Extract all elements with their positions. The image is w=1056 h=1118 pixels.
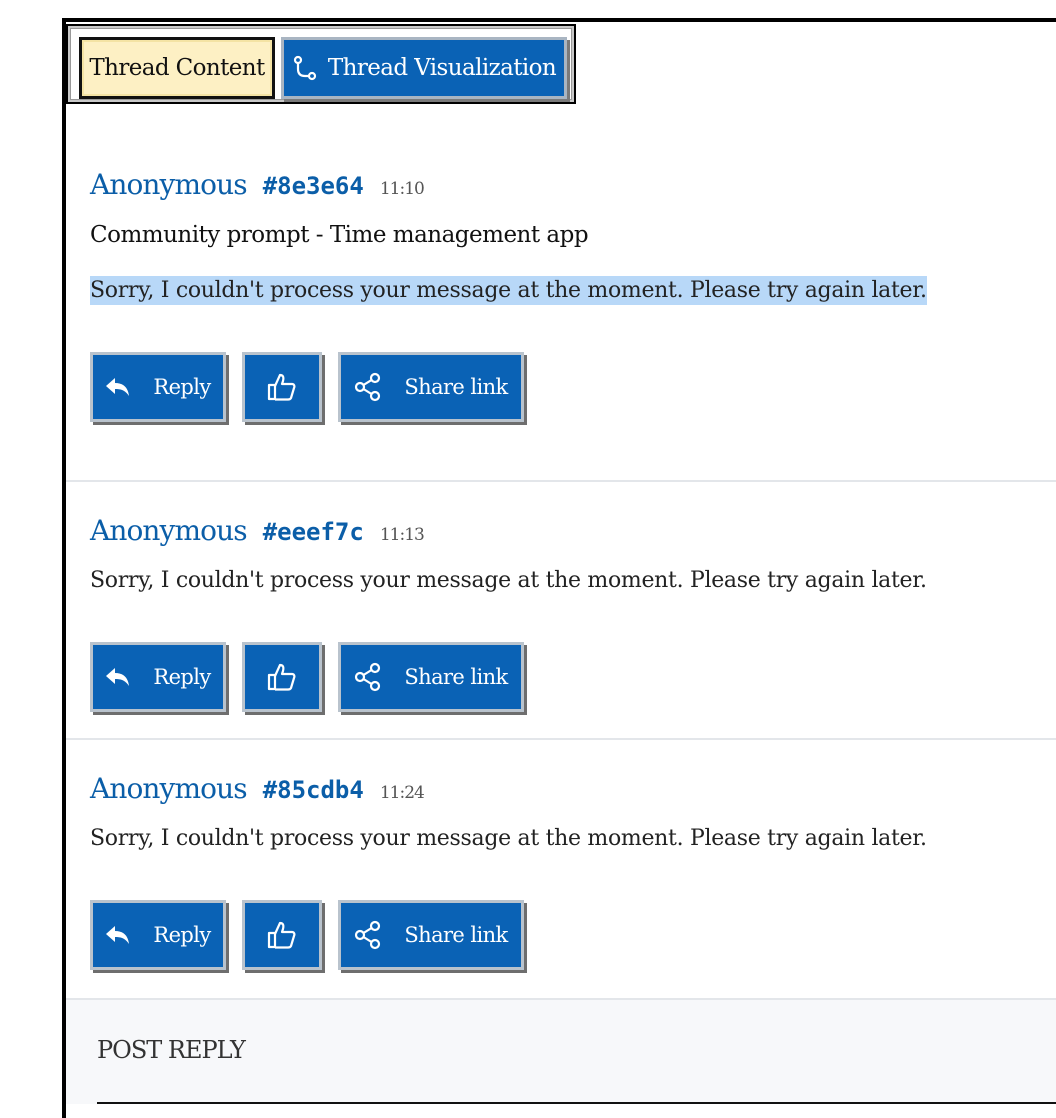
share-link-label: Share link <box>404 665 508 689</box>
like-button[interactable] <box>242 900 322 970</box>
post-actions: Reply Share link <box>90 642 540 712</box>
post-subject: Community prompt - Time management app <box>90 222 589 248</box>
post-author[interactable]: Anonymous <box>90 168 248 201</box>
post-actions: Reply Share link <box>90 352 540 422</box>
tab-bar-inner: Thread Content Thread Visualization <box>70 28 572 100</box>
reply-button-label: Reply <box>153 923 211 947</box>
post-body-text: Sorry, I couldn't process your message a… <box>90 826 927 851</box>
thumbs-up-icon <box>267 663 296 691</box>
share-link-button[interactable]: Share link <box>338 352 524 422</box>
tab-thread-content-label: Thread Content <box>89 55 265 81</box>
reply-button-label: Reply <box>153 665 211 689</box>
post-item: Anonymous #8e3e64 11:10 Community prompt… <box>66 160 1056 480</box>
share-link-button[interactable]: Share link <box>338 642 524 712</box>
share-link-button[interactable]: Share link <box>338 900 524 970</box>
like-button[interactable] <box>242 642 322 712</box>
post-meta: Anonymous #eeef7c 11:13 <box>90 514 425 547</box>
post-divider <box>66 738 1056 740</box>
post-body-text: Sorry, I couldn't process your message a… <box>90 568 927 593</box>
share-link-label: Share link <box>404 375 508 399</box>
post-item: Anonymous #85cdb4 11:24 Sorry, I couldn'… <box>66 764 1056 996</box>
share-icon <box>355 662 381 692</box>
tab-thread-visualization[interactable]: Thread Visualization <box>281 37 567 99</box>
reply-arrow-icon <box>106 926 130 944</box>
branch-icon <box>293 55 316 81</box>
post-author[interactable]: Anonymous <box>90 772 248 805</box>
post-body: Sorry, I couldn't process your message a… <box>90 568 927 593</box>
tab-thread-visualization-label: Thread Visualization <box>327 55 557 81</box>
post-hash[interactable]: #8e3e64 <box>263 172 364 200</box>
post-time: 11:10 <box>379 179 425 199</box>
reply-arrow-icon <box>106 378 130 396</box>
reply-button-label: Reply <box>153 375 211 399</box>
post-hash[interactable]: #85cdb4 <box>263 776 364 804</box>
post-time: 11:24 <box>379 783 425 803</box>
post-meta: Anonymous #8e3e64 11:10 <box>90 168 425 201</box>
share-icon <box>355 372 381 402</box>
share-link-label: Share link <box>404 923 508 947</box>
post-body-text: Sorry, I couldn't process your message a… <box>90 276 927 305</box>
tab-thread-content[interactable]: Thread Content <box>79 37 275 99</box>
post-reply-section: POST REPLY <box>66 998 1056 1104</box>
reply-button[interactable]: Reply <box>90 352 226 422</box>
thumbs-up-icon <box>267 921 296 949</box>
like-button[interactable] <box>242 352 322 422</box>
thumbs-up-icon <box>267 373 296 401</box>
reply-button[interactable]: Reply <box>90 642 226 712</box>
post-meta: Anonymous #85cdb4 11:24 <box>90 772 425 805</box>
post-time: 11:13 <box>379 525 425 545</box>
post-author[interactable]: Anonymous <box>90 514 248 547</box>
share-icon <box>355 920 381 950</box>
post-actions: Reply Share link <box>90 900 540 970</box>
reply-arrow-icon <box>106 668 130 686</box>
post-item: Anonymous #eeef7c 11:13 Sorry, I couldn'… <box>66 506 1056 738</box>
post-reply-title: POST REPLY <box>97 1036 246 1064</box>
post-body: Sorry, I couldn't process your message a… <box>90 826 927 851</box>
reply-button[interactable]: Reply <box>90 900 226 970</box>
post-body: Sorry, I couldn't process your message a… <box>90 276 927 305</box>
post-divider <box>66 480 1056 482</box>
tab-bar: Thread Content Thread Visualization <box>66 24 576 104</box>
post-hash[interactable]: #eeef7c <box>263 518 364 546</box>
